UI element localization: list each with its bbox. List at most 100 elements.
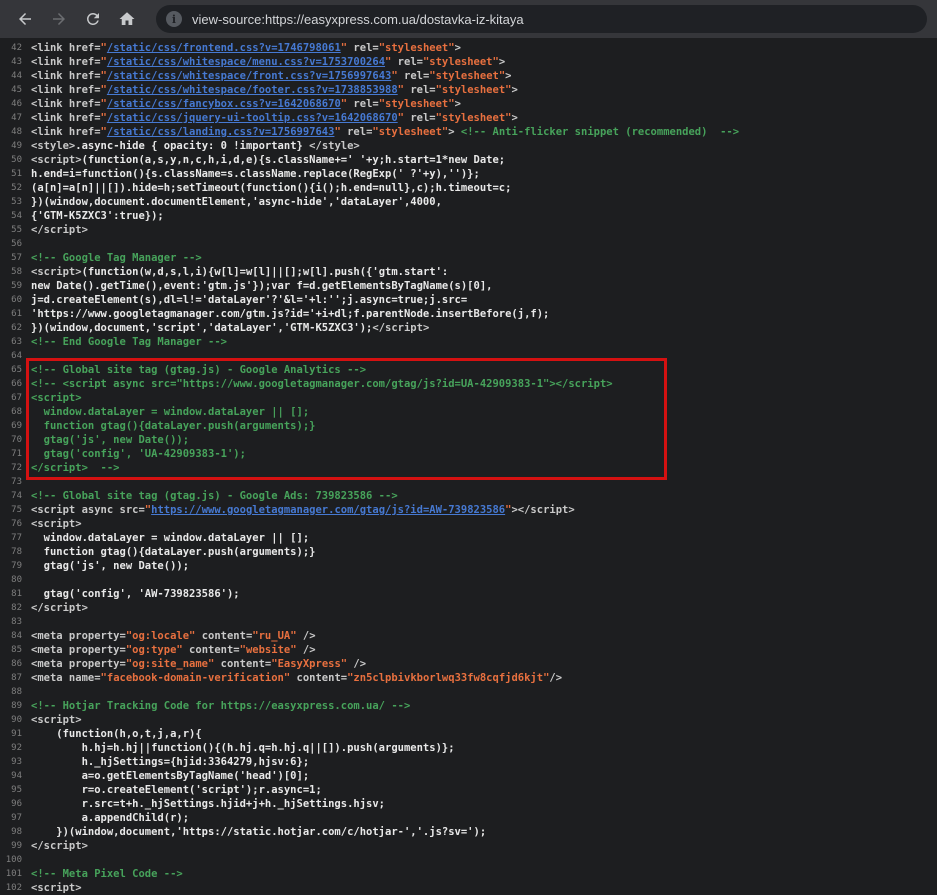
source-line: 46<link href="/static/css/fancybox.css?v… [0, 97, 937, 111]
source-link[interactable]: /static/css/frontend.css?v=1746798061 [107, 42, 341, 54]
html-tag: <script> [31, 882, 82, 894]
source-line: 59 new Date().getTime(),event:'gtm.js'});… [0, 279, 937, 293]
line-number: 82 [0, 601, 22, 615]
html-tag: </script> [372, 322, 429, 334]
code-text: })(window,document,'https://static.hotja… [31, 826, 486, 838]
code-text: h._hjSettings={hjid:3364279,hjsv:6}; [31, 756, 309, 768]
line-number: 78 [0, 545, 22, 559]
source-link[interactable]: /static/css/jquery-ui-tooltip.css?v=1642… [107, 112, 398, 124]
line-number: 55 [0, 223, 22, 237]
line-number: 88 [0, 685, 22, 699]
line-number: 68 [0, 405, 22, 419]
html-comment: <!-- Global site tag (gtag.js) - Google … [31, 364, 366, 376]
attribute-value: "stylesheet" [423, 56, 499, 68]
html-comment: <script> [31, 392, 82, 404]
source-line: 86<meta property="og:site_name" content=… [0, 657, 937, 671]
source-line: 95 r=o.createElement('script');r.async=1… [0, 783, 937, 797]
line-number: 44 [0, 69, 22, 83]
html-tag: <link href= [31, 70, 101, 82]
html-tag: rel= [404, 84, 436, 96]
html-tag: <link href= [31, 84, 101, 96]
html-tag: <script> [31, 154, 82, 166]
code-text: function gtag(){dataLayer.push(arguments… [31, 546, 315, 558]
attribute-value: "stylesheet" [379, 42, 455, 54]
forward-arrow-icon [50, 10, 68, 28]
html-tag: ></script> [511, 504, 574, 516]
source-line: 93 h._hjSettings={hjid:3364279,hjsv:6}; [0, 755, 937, 769]
html-comment: <!-- <script async src="https://www.goog… [31, 378, 613, 390]
view-source-page: 42<link href="/static/css/frontend.css?v… [0, 38, 937, 895]
line-number: 95 [0, 783, 22, 797]
source-line: 66<!-- <script async src="https://www.go… [0, 377, 937, 391]
source-line: 42<link href="/static/css/frontend.css?v… [0, 41, 937, 55]
source-line: 78 function gtag(){dataLayer.push(argume… [0, 545, 937, 559]
line-number: 76 [0, 517, 22, 531]
line-number: 42 [0, 41, 22, 55]
line-number: 59 [0, 279, 22, 293]
html-tag: rel= [391, 56, 423, 68]
source-line: 43<link href="/static/css/whitespace/men… [0, 55, 937, 69]
source-line: 82</script> [0, 601, 937, 615]
code-text: a.appendChild(r); [31, 812, 189, 824]
html-tag: content= [290, 672, 347, 684]
line-number: 83 [0, 615, 22, 629]
line-number: 46 [0, 97, 22, 111]
line-number: 101 [0, 867, 22, 881]
html-tag: /> [549, 672, 562, 684]
line-number: 91 [0, 727, 22, 741]
page-info-icon[interactable]: i [166, 11, 182, 27]
line-number: 97 [0, 811, 22, 825]
home-icon [118, 10, 136, 28]
code-text: gtag('config', 'AW-739823586'); [31, 588, 240, 600]
line-number: 89 [0, 699, 22, 713]
html-tag: /> [297, 630, 316, 642]
line-number: 93 [0, 755, 22, 769]
source-link[interactable]: /static/css/whitespace/front.css?v=17569… [107, 70, 391, 82]
line-number: 52 [0, 181, 22, 195]
line-number: 74 [0, 489, 22, 503]
forward-button[interactable] [44, 4, 74, 34]
address-bar[interactable]: i view-source:https://easyxpress.com.ua/… [156, 5, 927, 33]
code-text: gtag('js', new Date()); [31, 560, 189, 572]
reload-button[interactable] [78, 4, 108, 34]
line-number: 47 [0, 111, 22, 125]
html-comment: gtag('config', 'UA-42909383-1'); [31, 448, 246, 460]
code-text: new Date().getTime(),event:'gtm.js'});va… [31, 280, 492, 292]
source-line: 74<!-- Global site tag (gtag.js) - Googl… [0, 489, 937, 503]
line-number: 50 [0, 153, 22, 167]
source-line: 49<style>.async-hide { opacity: 0 !impor… [0, 139, 937, 153]
source-line: 54{'GTM-K5ZXC3':true}); [0, 209, 937, 223]
back-button[interactable] [10, 4, 40, 34]
source-link[interactable]: /static/css/fancybox.css?v=1642068670 [107, 98, 341, 110]
line-number: 80 [0, 573, 22, 587]
attribute-value: "EasyXpress" [271, 658, 347, 670]
line-number: 87 [0, 671, 22, 685]
home-button[interactable] [112, 4, 142, 34]
html-tag: <style> [31, 140, 75, 152]
source-line: 73 [0, 475, 937, 489]
line-number: 72 [0, 461, 22, 475]
source-link[interactable]: /static/css/whitespace/footer.css?v=1738… [107, 84, 398, 96]
source-link[interactable]: /static/css/landing.css?v=1756997643 [107, 126, 335, 138]
source-line: 79 gtag('js', new Date()); [0, 559, 937, 573]
line-number: 51 [0, 167, 22, 181]
source-line: 80 [0, 573, 937, 587]
line-number: 92 [0, 741, 22, 755]
html-tag: rel= [347, 98, 379, 110]
attribute-value: "website" [240, 644, 297, 656]
html-tag: <script> [31, 714, 82, 726]
line-number: 73 [0, 475, 22, 489]
html-tag: <link href= [31, 42, 101, 54]
html-tag: </script> [31, 224, 88, 236]
code-text: 'https://www.googletagmanager.com/gtm.js… [31, 308, 549, 320]
html-tag: </style> [309, 140, 360, 152]
source-link[interactable]: /static/css/whitespace/menu.css?v=175370… [107, 56, 385, 68]
source-line: 65<!-- Global site tag (gtag.js) - Googl… [0, 363, 937, 377]
line-number: 56 [0, 237, 22, 251]
line-number: 62 [0, 321, 22, 335]
source-line: 45<link href="/static/css/whitespace/foo… [0, 83, 937, 97]
source-line: 70 gtag('js', new Date()); [0, 433, 937, 447]
source-line: 75<script async src="https://www.googlet… [0, 503, 937, 517]
attribute-value: "stylesheet" [436, 112, 512, 124]
source-link[interactable]: https://www.googletagmanager.com/gtag/js… [151, 504, 505, 516]
